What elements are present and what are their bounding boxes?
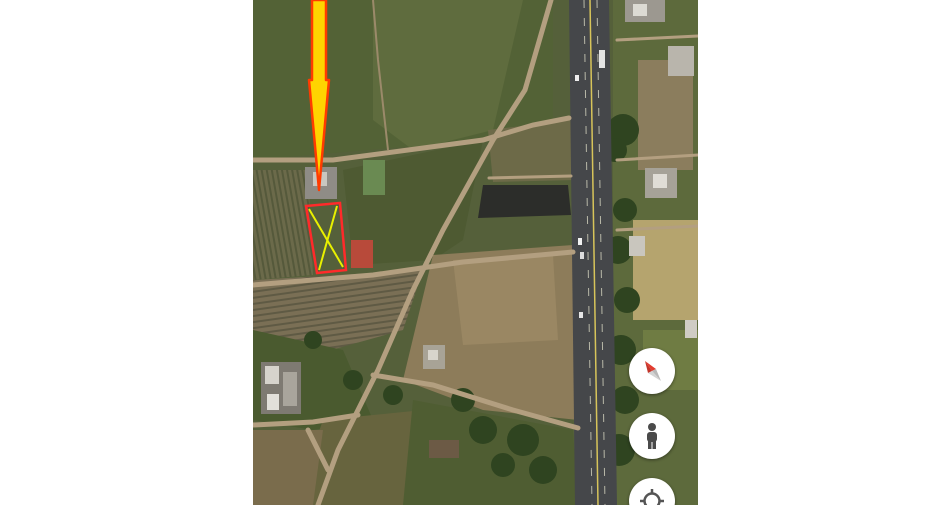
satellite-map[interactable] <box>253 0 698 505</box>
building-roof <box>653 174 667 188</box>
building <box>629 236 645 256</box>
field-bare-center <box>453 255 558 345</box>
field-crop-west <box>253 170 313 280</box>
building <box>267 394 279 410</box>
vehicle <box>599 50 605 68</box>
vehicle <box>575 75 579 81</box>
burnt-area <box>478 185 571 218</box>
vehicle <box>580 252 584 259</box>
crosshair-icon <box>640 489 664 505</box>
pegman-icon <box>647 423 657 449</box>
compass-button[interactable] <box>629 348 675 394</box>
building <box>685 320 697 338</box>
yard <box>363 160 385 195</box>
building-roof <box>428 350 438 360</box>
building <box>283 372 297 406</box>
building <box>429 440 459 458</box>
building <box>265 366 279 384</box>
vehicle <box>579 312 583 318</box>
street-view-button[interactable] <box>629 413 675 459</box>
field-east-bare <box>638 60 693 170</box>
building <box>668 46 694 76</box>
vehicle <box>578 238 582 245</box>
building-roof <box>633 4 647 16</box>
compass-icon <box>645 361 661 381</box>
building <box>351 240 373 268</box>
field-east-dry <box>633 220 698 320</box>
